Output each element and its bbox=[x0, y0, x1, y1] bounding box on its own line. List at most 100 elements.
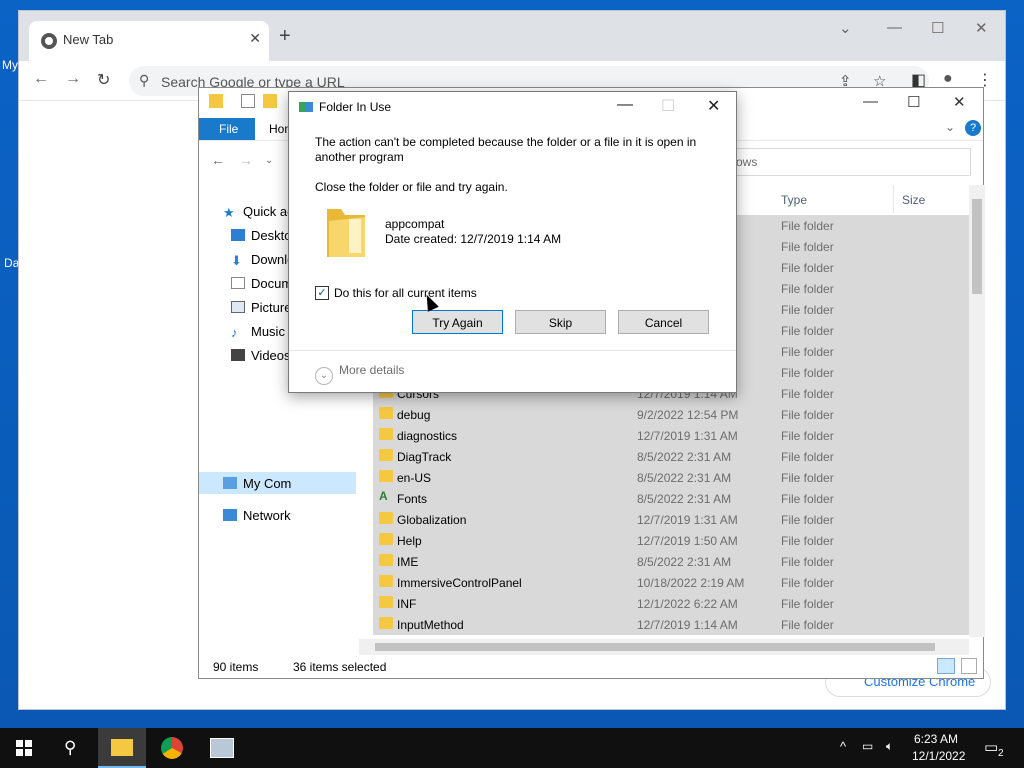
scroll-thumb[interactable] bbox=[972, 199, 982, 294]
star-icon: ★ bbox=[223, 205, 235, 219]
back-icon[interactable]: ← bbox=[33, 70, 49, 88]
tab-title: New Tab bbox=[63, 32, 114, 47]
document-icon bbox=[231, 277, 245, 289]
explorer-maximize-button[interactable]: ☐ bbox=[907, 93, 920, 111]
large-icons-view-icon[interactable] bbox=[961, 658, 977, 674]
file-name: Fonts bbox=[397, 492, 428, 506]
new-folder-icon[interactable] bbox=[263, 94, 277, 108]
chrome-tab-strip: New Tab ✕ + ⌄ — ☐ ✕ bbox=[19, 11, 1005, 61]
file-type: File folder bbox=[781, 282, 834, 296]
file-name: INF bbox=[397, 597, 417, 611]
sidebar-item-my-computer[interactable]: My Com bbox=[223, 476, 353, 491]
back-icon[interactable]: ← bbox=[211, 152, 225, 168]
picture-icon bbox=[231, 301, 245, 313]
skip-button[interactable]: Skip bbox=[515, 310, 606, 334]
table-row[interactable]: A Fonts 8/5/2022 2:31 AM File folder bbox=[373, 488, 969, 509]
table-row[interactable]: en-US 8/5/2022 2:31 AM File folder bbox=[373, 467, 969, 488]
network-icon[interactable]: ▭ bbox=[862, 739, 873, 753]
folder-icon bbox=[379, 512, 393, 524]
file-type: File folder bbox=[781, 387, 834, 401]
taskbar-app[interactable] bbox=[198, 728, 246, 768]
file-type: File folder bbox=[781, 303, 834, 317]
file-type: File folder bbox=[781, 408, 834, 422]
folder-date-created: Date created: 12/7/2019 1:14 AM bbox=[385, 232, 562, 246]
file-tab[interactable]: File bbox=[199, 118, 255, 140]
notification-count: 2 bbox=[997, 748, 1005, 759]
profile-avatar-icon[interactable]: ● bbox=[943, 70, 953, 88]
chevron-down-icon: ⌄ bbox=[315, 367, 333, 385]
tab-close-icon[interactable]: ✕ bbox=[249, 30, 261, 47]
scroll-thumb[interactable] bbox=[375, 643, 935, 651]
horizontal-scrollbar[interactable] bbox=[359, 639, 969, 655]
sidebar-label: Docum bbox=[251, 276, 293, 291]
new-tab-button[interactable]: + bbox=[279, 25, 291, 48]
sidebar-label: My Com bbox=[243, 476, 292, 491]
ribbon-expand-icon[interactable]: ⌄ bbox=[945, 120, 955, 134]
table-row[interactable]: diagnostics 12/7/2019 1:31 AM File folder bbox=[373, 425, 969, 446]
divider bbox=[289, 350, 736, 351]
file-name: InputMethod bbox=[397, 618, 464, 632]
search-input[interactable]: ows bbox=[735, 148, 971, 176]
table-row[interactable]: InputMethod 12/7/2019 1:14 AM File folder bbox=[373, 614, 969, 635]
taskbar-explorer[interactable] bbox=[98, 728, 146, 768]
try-again-button[interactable]: Try Again bbox=[412, 310, 503, 334]
tab-search-icon[interactable]: ⌄ bbox=[839, 19, 852, 37]
minimize-button[interactable]: — bbox=[887, 19, 902, 36]
folder-icon bbox=[379, 575, 393, 587]
close-button[interactable]: ✕ bbox=[975, 19, 988, 37]
help-icon[interactable]: ? bbox=[965, 120, 981, 136]
volume-icon[interactable]: 🔈︎ bbox=[886, 739, 893, 754]
table-row[interactable]: DiagTrack 8/5/2022 2:31 AM File folder bbox=[373, 446, 969, 467]
taskbar: ⚲ ^ ▭ 🔈︎ 6:23 AM 12/1/2022 ▭ 2 bbox=[0, 728, 1024, 768]
table-row[interactable]: IME 8/5/2022 2:31 AM File folder bbox=[373, 551, 969, 572]
date-modified: 8/5/2022 2:31 AM bbox=[637, 450, 732, 464]
forward-icon[interactable]: → bbox=[65, 70, 81, 88]
table-row[interactable]: debug 9/2/2022 12:54 PM File folder bbox=[373, 404, 969, 425]
start-button[interactable] bbox=[0, 728, 48, 768]
search-placeholder: ows bbox=[736, 155, 758, 169]
dialog-close-button[interactable]: ✕ bbox=[707, 96, 720, 116]
date-modified: 12/1/2022 6:22 AM bbox=[637, 597, 738, 611]
maximize-button[interactable]: ☐ bbox=[931, 19, 944, 37]
file-type: File folder bbox=[781, 324, 834, 338]
table-row[interactable]: ImmersiveControlPanel 10/18/2022 2:19 AM F… bbox=[373, 572, 969, 593]
dialog-minimize-button[interactable]: — bbox=[617, 96, 633, 114]
forward-icon[interactable]: → bbox=[239, 152, 253, 168]
cancel-button[interactable]: Cancel bbox=[618, 310, 709, 334]
file-type: File folder bbox=[781, 576, 834, 590]
chrome-tab[interactable]: New Tab ✕ bbox=[29, 21, 269, 61]
reload-icon[interactable]: ↻ bbox=[97, 70, 110, 90]
desktop-icon-label[interactable]: My bbox=[2, 58, 18, 72]
clock-date[interactable]: 12/1/2022 bbox=[912, 749, 965, 763]
explorer-close-button[interactable]: ✕ bbox=[953, 93, 966, 111]
table-row[interactable]: Globalization 12/7/2019 1:31 AM File folde… bbox=[373, 509, 969, 530]
vertical-scrollbar[interactable] bbox=[969, 185, 985, 637]
taskbar-chrome[interactable] bbox=[148, 728, 196, 768]
sidebar-item-network[interactable]: Network bbox=[223, 508, 353, 523]
download-icon: ⬇ bbox=[231, 253, 242, 267]
table-row[interactable]: INF 12/1/2022 6:22 AM File folder bbox=[373, 593, 969, 614]
file-name: IME bbox=[397, 555, 419, 569]
recent-locations-icon[interactable]: ⌄ bbox=[265, 155, 273, 166]
show-hidden-icons-icon[interactable]: ^ bbox=[840, 739, 846, 754]
folder-icon bbox=[379, 470, 393, 482]
clock-time[interactable]: 6:23 AM bbox=[914, 732, 958, 746]
apply-to-all-checkbox[interactable]: ✓ bbox=[315, 286, 329, 300]
explorer-minimize-button[interactable]: — bbox=[863, 93, 878, 110]
file-name: debug bbox=[397, 408, 431, 422]
properties-icon[interactable] bbox=[241, 94, 255, 108]
dialog-message: The action can't be completed because th… bbox=[315, 135, 715, 165]
sidebar-label: Network bbox=[243, 508, 291, 523]
more-details-label: More details bbox=[339, 363, 405, 377]
more-details-toggle[interactable]: ⌄ More details bbox=[315, 363, 404, 385]
checkbox-label[interactable]: Do this for all current items bbox=[334, 286, 734, 301]
table-row[interactable]: Help 12/7/2019 1:50 AM File folder bbox=[373, 530, 969, 551]
folder-icon bbox=[379, 554, 393, 566]
dialog-maximize-button: ☐ bbox=[661, 98, 676, 115]
column-header-type[interactable]: Type bbox=[773, 185, 807, 213]
search-button[interactable]: ⚲ bbox=[48, 728, 96, 768]
details-view-icon[interactable] bbox=[937, 658, 955, 674]
file-type: File folder bbox=[781, 618, 834, 632]
message-line: another program bbox=[315, 150, 404, 164]
column-header-size[interactable]: Size bbox=[893, 185, 925, 213]
